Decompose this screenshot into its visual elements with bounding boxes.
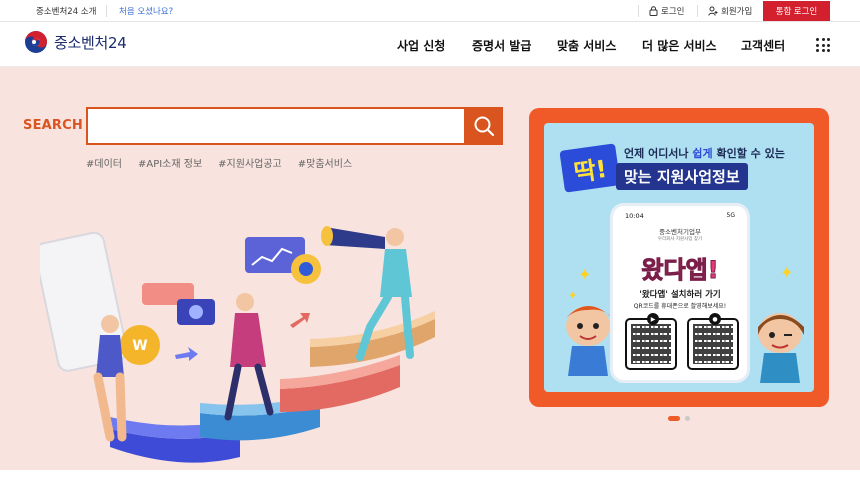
header: 중소벤처24 사업 신청 증명서 발급 맞춤 서비스 더 많은 서비스 고객센터: [0, 22, 860, 67]
login-label: 로그인: [661, 7, 685, 17]
pagination-dot[interactable]: [685, 416, 690, 421]
logo[interactable]: 중소벤처24: [24, 30, 127, 54]
search-box: [86, 107, 466, 145]
divider: [106, 5, 107, 17]
nav-custom-service[interactable]: 맞춤 서비스: [557, 37, 616, 54]
phone-mockup: 10:04 5G 중소벤처기업부 우리회사 지원사업 찾기 왔다앱! '왔다앱'…: [610, 203, 750, 383]
qr-instruction: QR코드를 휴대폰으로 촬영해보세요!: [633, 303, 727, 310]
pagination-dot-active[interactable]: [668, 416, 680, 421]
divider: [697, 5, 698, 17]
nav-more-services[interactable]: 더 많은 서비스: [642, 37, 717, 54]
mascot-right-illustration: [758, 313, 804, 383]
user-add-icon: [708, 6, 718, 16]
login-link[interactable]: 로그인: [649, 2, 684, 20]
promo-banner-inner: 딱! 언제 어디서나 쉽게 확인할 수 있는 맞는 지원사업정보 ✦ ✦ ✦ 1…: [544, 123, 814, 392]
taegeuk-emblem-icon: [25, 31, 47, 53]
all-menu-icon[interactable]: [816, 38, 830, 52]
nav-certificate[interactable]: 증명서 발급: [472, 37, 531, 54]
promo-banner[interactable]: 딱! 언제 어디서나 쉽게 확인할 수 있는 맞는 지원사업정보 ✦ ✦ ✦ 1…: [529, 108, 829, 407]
search-label: SEARCH: [23, 118, 83, 133]
banner-badge: 딱!: [559, 143, 621, 193]
banner-headline-highlight: 쉽게: [692, 147, 713, 160]
sparkle-icon: ✦: [578, 265, 592, 284]
qr-code-ios: ●: [687, 313, 739, 370]
banner-headline: 언제 어디서나 쉽게 확인할 수 있는: [624, 145, 785, 161]
qr-code-android: ▶: [625, 313, 677, 370]
banner-headline-post: 확인할 수 있는: [712, 147, 785, 160]
first-visit-link[interactable]: 처음 오셨나요?: [119, 5, 173, 17]
phone-time: 10:04: [625, 212, 644, 220]
hero-section: SEARCH #데이터 #API소재 정보 #지원사업공고 #맞춤서비스 W 딱…: [0, 67, 860, 470]
nav-customer-center[interactable]: 고객센터: [741, 37, 785, 54]
signup-link[interactable]: 회원가입: [708, 2, 752, 20]
banner-headline-pre: 언제 어디서나: [624, 147, 693, 160]
integrated-login-button[interactable]: 통합 로그인: [763, 1, 830, 21]
hero-illustration: W: [40, 226, 435, 463]
banner-subheadline: 맞는 지원사업정보: [616, 163, 748, 190]
tag-data[interactable]: #데이터: [86, 155, 122, 170]
phone-subtitle: 우리회사 지원사업 찾기: [657, 237, 703, 242]
tag-custom-service[interactable]: #맞춤서비스: [298, 155, 352, 170]
phone-org: 중소벤처기업부: [659, 228, 701, 236]
stairs-illustration: [110, 311, 435, 463]
search-icon: [474, 116, 495, 137]
svg-text:W: W: [132, 338, 147, 354]
tag-announcement[interactable]: #지원사업공고: [218, 155, 282, 170]
logo-text: 중소벤처24: [54, 33, 127, 52]
sparkle-icon: ✦: [780, 263, 794, 282]
about-link[interactable]: 중소벤처24 소개: [36, 5, 96, 17]
divider: [638, 5, 639, 17]
search-button[interactable]: [465, 107, 503, 145]
nav-apply[interactable]: 사업 신청: [397, 37, 445, 54]
app-name: 왔다앱!: [641, 256, 719, 285]
search-tags: #데이터 #API소재 정보 #지원사업공고 #맞춤서비스: [86, 155, 352, 170]
banner-pagination: [668, 416, 690, 421]
install-text: '왔다앱' 설치하러 가기: [639, 290, 721, 300]
phone-signal: 5G: [726, 212, 735, 219]
mascot-left-illustration: [566, 306, 612, 376]
tag-api[interactable]: #API소재 정보: [138, 155, 202, 170]
search-input[interactable]: [88, 109, 464, 143]
utility-bar: 중소벤처24 소개 처음 오셨나요? 로그인 회원가입 통합 로그인: [0, 0, 860, 22]
lock-icon: [649, 6, 658, 16]
signup-label: 회원가입: [721, 7, 753, 17]
